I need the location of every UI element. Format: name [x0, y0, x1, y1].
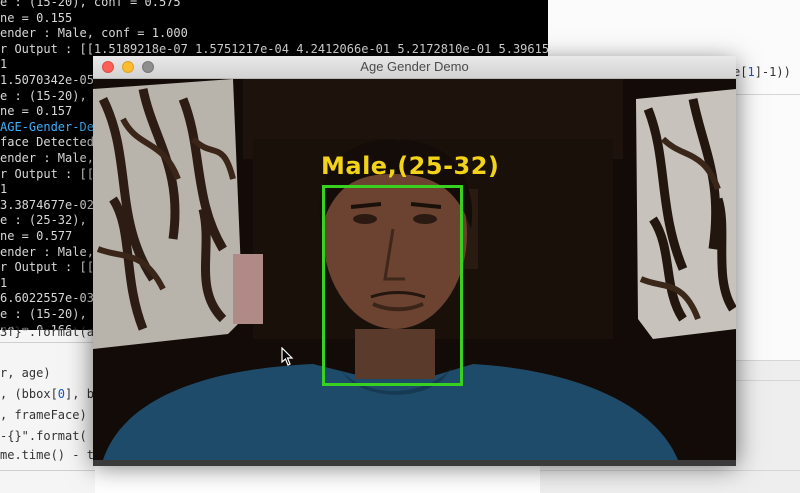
- terminal-output-line: ne = 0.577: [0, 229, 73, 243]
- terminal-output-line: e : (15-20), conf = 0.575: [0, 0, 181, 9]
- editor-code-fragment: e[1]-1)): [733, 65, 791, 79]
- terminal-output-line: 1: [0, 182, 8, 197]
- terminal-output-line: r Output : [[1.5189218e-07 1.5751217e-04…: [0, 41, 548, 56]
- terminal-output-line: 1: [0, 275, 8, 290]
- code-line: 3f}".format(a: [0, 325, 94, 339]
- terminal-output-line: face Detected: [0, 135, 94, 150]
- age-gender-prediction-label: Male,(25-32): [321, 152, 500, 180]
- terminal-output-line: e : (15-20), c: [0, 307, 102, 321]
- window-title: Age Gender Demo: [360, 59, 469, 74]
- terminal-output-line: ender : Male, conf = 1.000: [0, 26, 188, 41]
- terminal-output-line: e : (25-32), c: [0, 213, 102, 228]
- code-line: , (bbox[0], b: [0, 387, 94, 401]
- face-detection-box: [322, 185, 463, 386]
- editor-divider: [540, 470, 800, 471]
- terminal-output-line: AGE-Gender-De: [0, 119, 94, 134]
- mouse-pointer-icon: [281, 347, 294, 366]
- terminal-output-line: ne = 0.157: [0, 104, 73, 119]
- code-line: me.time() - t: [0, 448, 94, 462]
- window-titlebar[interactable]: Age Gender Demo: [93, 56, 736, 79]
- code-line: , frameFace): [0, 408, 87, 422]
- terminal-output-line: 3.3874677e-02: [0, 197, 94, 212]
- window-bottom-strip: [93, 460, 736, 466]
- code-line: -{}".format(: [0, 429, 87, 443]
- webcam-video-frame: Male,(25-32): [93, 79, 736, 460]
- terminal-output-line: r Output : [[1: [0, 166, 102, 181]
- terminal-output-line: 1: [0, 57, 8, 72]
- background-code-cells: 3f}".format(a r, age) , (bbox[0], b , fr…: [0, 325, 95, 493]
- terminal-output-line: e : (15-20), c: [0, 88, 102, 103]
- cell-divider: [0, 342, 95, 343]
- terminal-output-line: 6.6022557e-03: [0, 291, 94, 306]
- terminal-output-line: ne = 0.155: [0, 10, 73, 25]
- terminal-output-line: 1.5070342e-05: [0, 73, 94, 87]
- age-gender-demo-window[interactable]: Age Gender Demo Male,(25-32): [93, 56, 736, 460]
- code-line: r, age): [0, 366, 51, 380]
- terminal-output-line: r Output : [[5: [0, 260, 102, 275]
- cell-divider: [0, 470, 95, 471]
